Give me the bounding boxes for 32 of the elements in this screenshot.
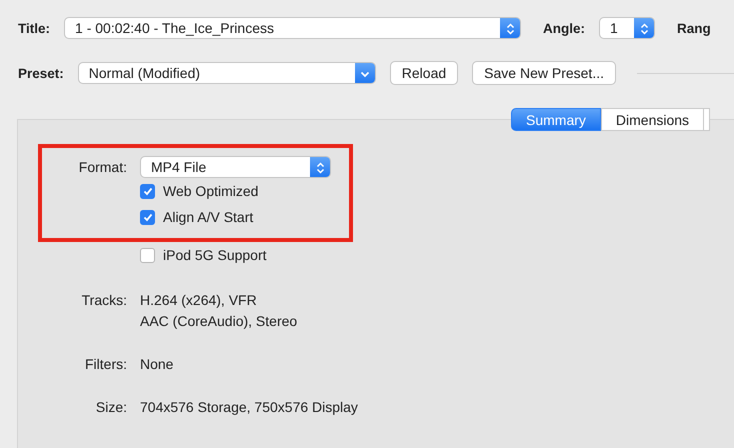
title-dropdown[interactable]: 1 - 00:02:40 - The_Ice_Princess (64, 17, 522, 39)
checkbox[interactable] (140, 210, 155, 224)
tab[interactable]: Dimensions (600, 108, 704, 131)
summary-value: 704x576 Storage, 750x576 Display (140, 398, 358, 417)
stepper-arrows-icon (640, 23, 649, 35)
checkmark-icon (142, 186, 152, 196)
preset-label: Preset: (18, 66, 64, 80)
angle-dropdown[interactable]: 1 (599, 17, 656, 39)
format-label: Format: (78, 159, 127, 175)
tab[interactable]: Summary (511, 108, 601, 131)
preset-dropdown[interactable]: Normal (Modified) (78, 62, 376, 84)
summary-label: Filters: (84, 355, 127, 374)
summary-value: H.264 (x264), VFR (140, 291, 258, 310)
checkbox[interactable] (140, 184, 155, 198)
stepper-arrows-icon (316, 162, 324, 174)
angle-label: Angle: (543, 20, 586, 36)
chevron-down-icon (360, 70, 370, 78)
checkmark-icon (142, 212, 152, 222)
checkbox[interactable] (140, 248, 155, 262)
summary-label: Tracks: (80, 291, 127, 310)
summary-value: None (140, 355, 174, 374)
format-dropdown[interactable]: MP4 File (140, 156, 331, 178)
summary-label: Size: (94, 398, 127, 417)
range-label: Rang (677, 20, 711, 36)
title-label: Title: (18, 20, 50, 36)
checkbox-label: Align A/V Start (163, 209, 254, 225)
checkbox-label: Web Optimized (163, 183, 258, 199)
checkbox-label: iPod 5G Support (163, 247, 267, 263)
stepper-arrows-icon (506, 23, 515, 35)
save-preset-button[interactable]: Save New Preset... (472, 61, 616, 85)
summary-value: AAC (CoreAudio), Stereo (140, 312, 298, 331)
reload-button[interactable]: Reload (390, 61, 458, 85)
